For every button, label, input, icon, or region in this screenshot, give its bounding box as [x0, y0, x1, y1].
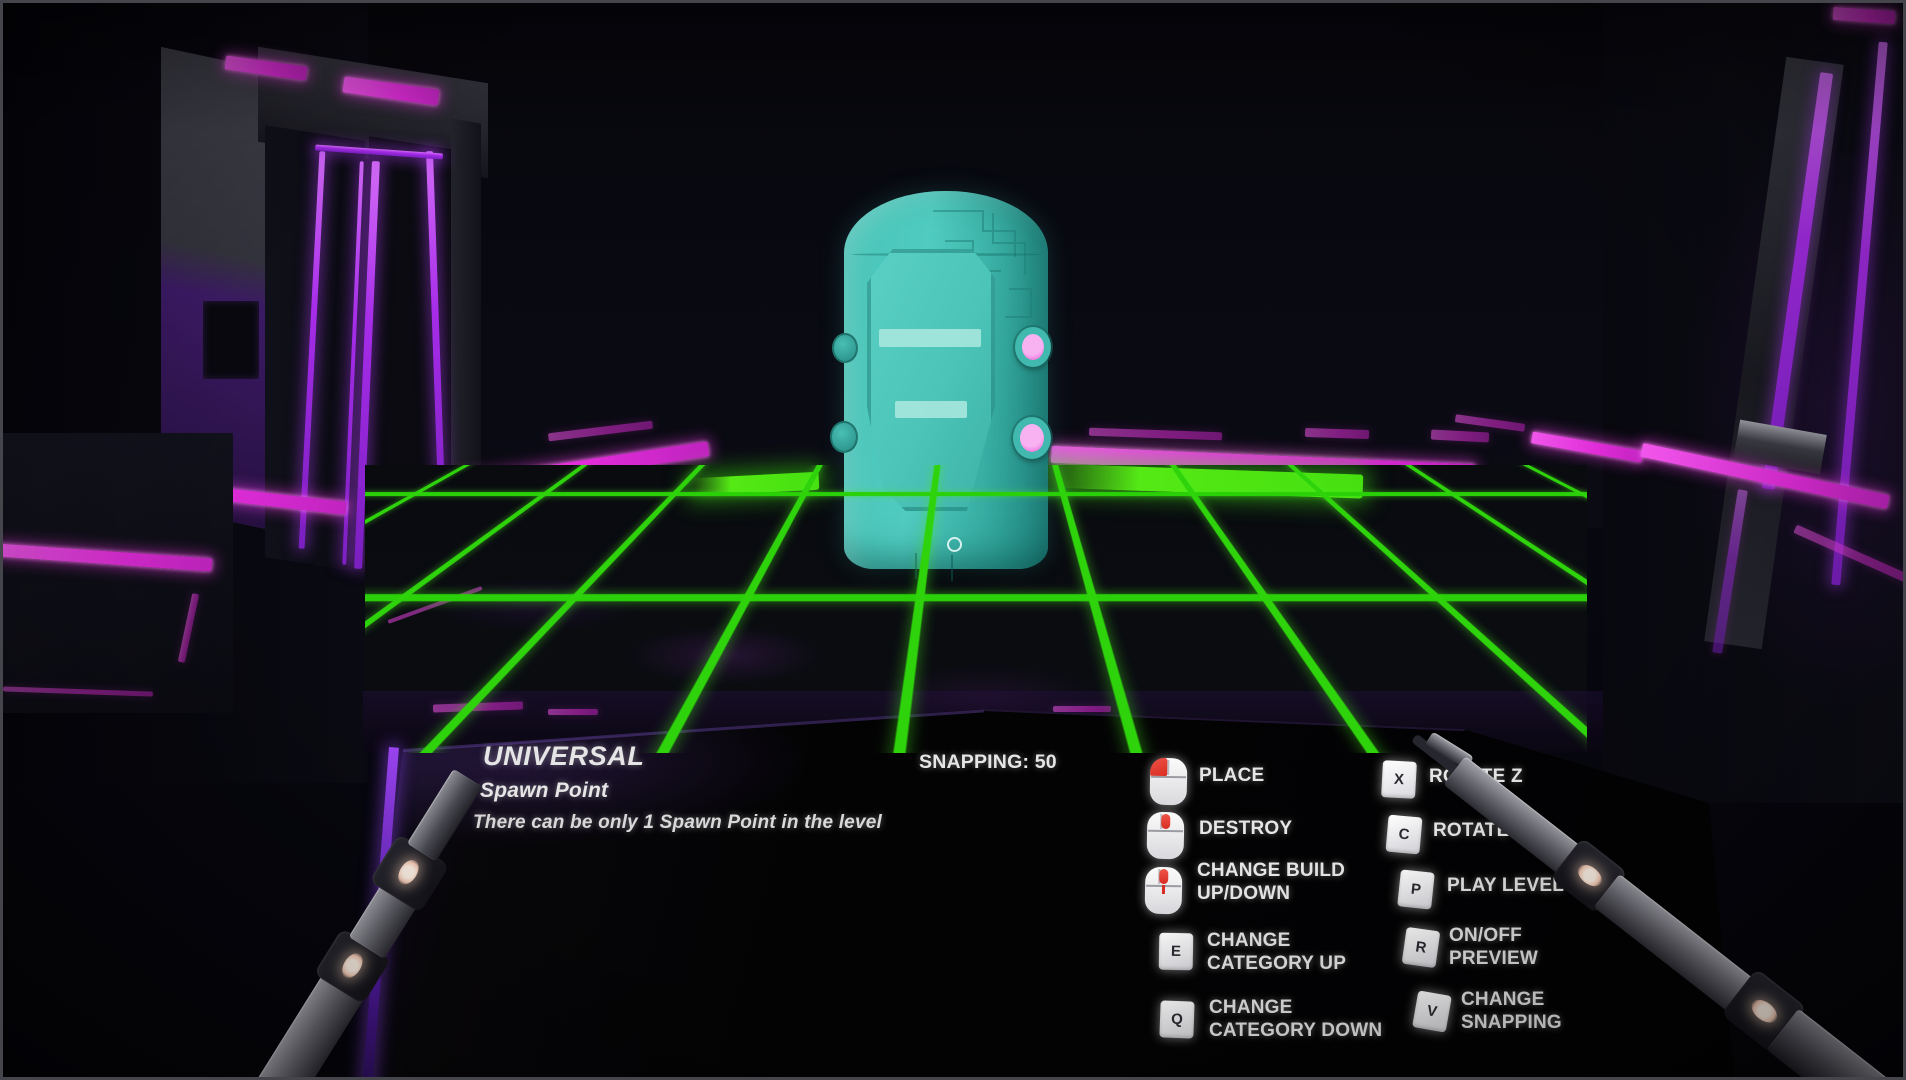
pod-seam	[915, 553, 917, 579]
binding-label: ON/OFF PREVIEW	[1449, 924, 1574, 970]
pod-ring-detail	[947, 537, 962, 552]
item-description: There can be only 1 Spawn Point in the l…	[473, 812, 882, 834]
keycap-p: P	[1397, 869, 1435, 909]
door-window	[203, 301, 259, 379]
pod-port-light	[1013, 417, 1051, 459]
binding-label: DESTROY	[1199, 817, 1292, 840]
binding-label: CHANGE CATEGORY DOWN	[1209, 996, 1384, 1042]
keycap-c: C	[1385, 815, 1422, 855]
binding-label: CHANGE CATEGORY UP	[1207, 929, 1362, 975]
keycap-r: R	[1402, 927, 1441, 968]
game-viewport[interactable]: UNIVERSAL Spawn Point There can be only …	[0, 0, 1906, 1080]
floor-dash	[548, 709, 598, 715]
binding-label: CHANGE BUILD UP/DOWN	[1197, 859, 1367, 905]
pod-seam	[951, 555, 953, 581]
snapping-value: SNAPPING: 50	[919, 751, 1057, 774]
category-title: UNIVERSAL	[483, 741, 644, 772]
mouse-middle-button-icon	[1147, 812, 1185, 860]
pod-port-light	[1015, 327, 1051, 367]
keycap-v: V	[1412, 990, 1452, 1032]
keycap-q: Q	[1159, 1000, 1194, 1038]
mouse-scroll-wheel-icon	[1145, 867, 1183, 915]
binding-label: CHANGE SNAPPING	[1461, 988, 1586, 1034]
pod-side-bump	[832, 333, 858, 363]
binding-label: PLACE	[1199, 764, 1264, 787]
pod-door-panel	[867, 249, 995, 511]
floor-dash	[1053, 706, 1111, 712]
pod-side-bump	[830, 421, 858, 453]
keycap-e: E	[1159, 933, 1194, 971]
mouse-left-button-icon	[1150, 758, 1188, 806]
